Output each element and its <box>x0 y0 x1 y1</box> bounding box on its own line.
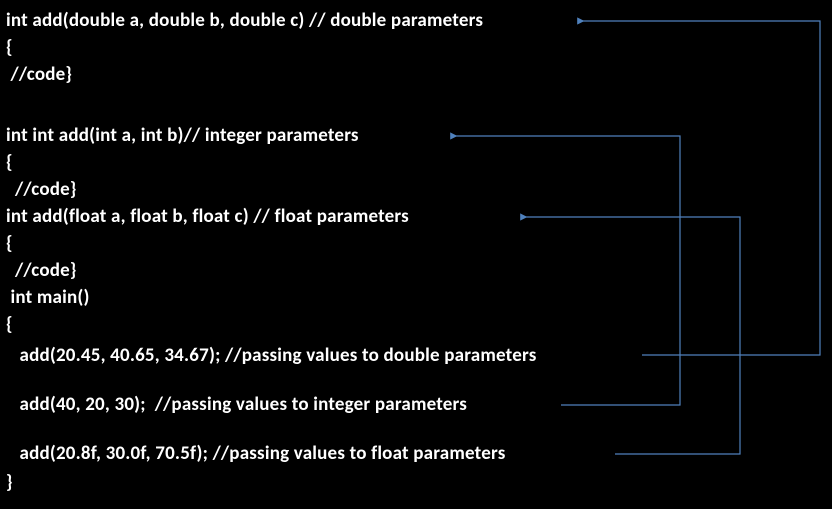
arrow-double <box>582 21 820 355</box>
code-line-brace: { <box>6 232 13 255</box>
code-line-float-decl: int add(float a, float b, float c) // fl… <box>6 205 409 228</box>
code-line-brace: { <box>6 313 13 336</box>
arrows-layer <box>0 0 832 509</box>
code-line-call-double: add(20.45, 40.65, 34.67); //passing valu… <box>6 344 536 367</box>
code-line-brace: { <box>6 151 13 174</box>
code-line-double-decl: int add(double a, double b, double c) //… <box>6 9 483 32</box>
code-line-call-int: add(40, 20, 30); //passing values to int… <box>6 393 467 416</box>
code-line-brace: { <box>6 36 13 59</box>
arrow-float <box>525 217 740 454</box>
code-line-call-float: add(20.8f, 30.0f, 70.5f); //passing valu… <box>6 442 506 465</box>
code-line-body: //code} <box>6 259 77 282</box>
code-line-int-decl: int int add(int a, int b)// integer para… <box>6 124 359 147</box>
code-line-brace: } <box>6 471 13 494</box>
code-line-body: //code} <box>6 178 77 201</box>
code-line-body: //code} <box>6 63 72 86</box>
code-line-main-decl: int main() <box>6 286 90 309</box>
